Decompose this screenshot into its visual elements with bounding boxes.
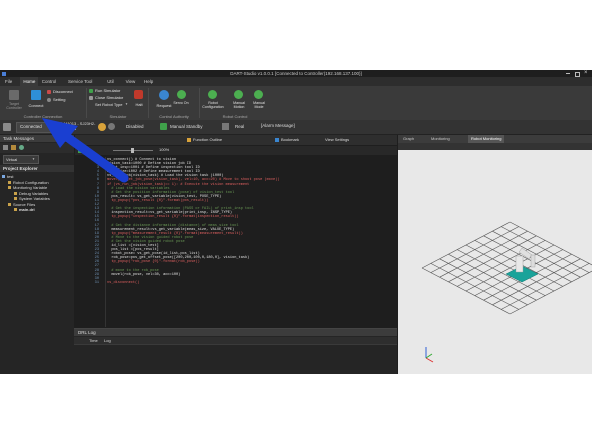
annotation-arrow <box>42 118 129 183</box>
